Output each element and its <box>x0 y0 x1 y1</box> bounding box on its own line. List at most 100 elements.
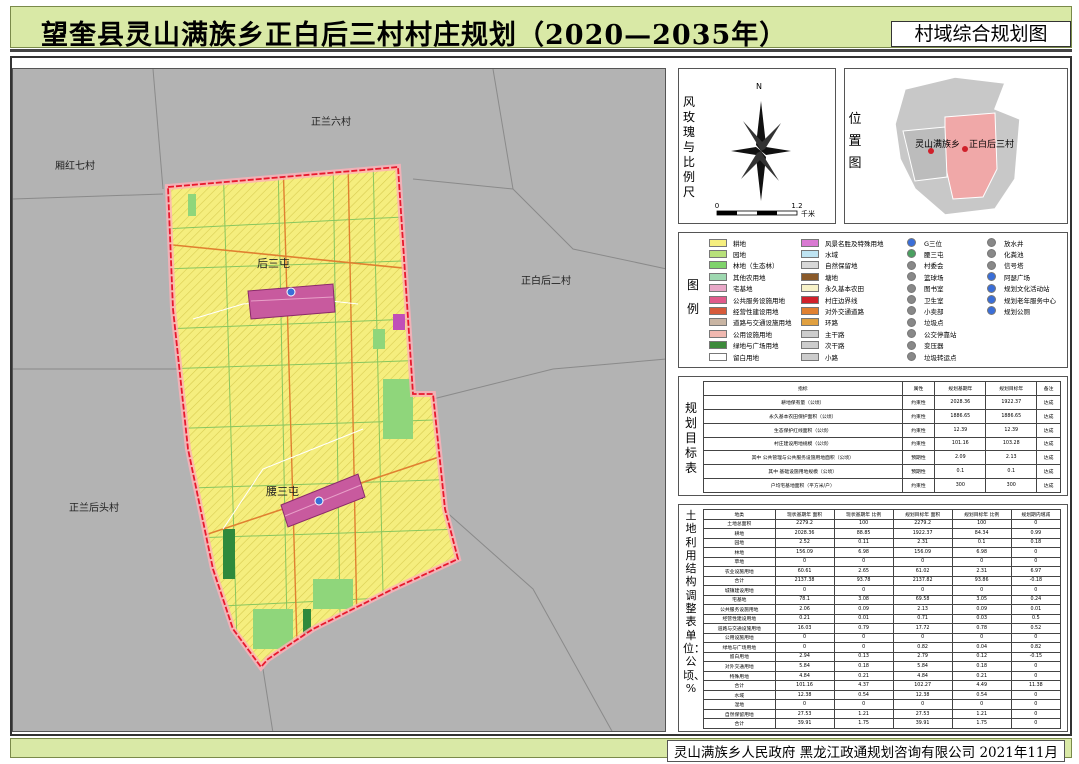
table-cell: 0 <box>833 632 894 644</box>
table-row: 园地 2.52 0.11 2.31 0.1 0.18 <box>703 537 1062 549</box>
table-cell: 0 <box>1010 632 1062 644</box>
table-header-cell: 属性 <box>901 381 936 396</box>
table-cell: 公共服务设施用地 <box>703 604 776 615</box>
table-header-cell: 现状基期年 面积 <box>774 509 835 520</box>
legend-item: 小路 <box>801 351 838 362</box>
table-cell: 0.54 <box>833 689 894 701</box>
legend-item: 园地 <box>709 248 746 259</box>
legend-item-label: 放水井 <box>1004 239 1024 248</box>
map-type-label: 村域综合规划图 <box>891 21 1071 47</box>
table-cell: 0.24 <box>1010 594 1062 606</box>
legend-item: 规划文化活动站 <box>987 283 1050 294</box>
table-row: 绿地与广场用地 0 0 0.82 0.04 0.82 <box>703 642 1062 653</box>
legend-item-label: 水域 <box>825 250 838 259</box>
legend-item-label: 卫生室 <box>924 296 944 305</box>
table-cell: 4.37 <box>833 680 894 691</box>
table-cell: 0.54 <box>951 689 1012 701</box>
table-cell: 其中 公共管理与公共服务设施用地面积（公顷） <box>703 450 903 466</box>
table-row: 草地 0 0 0 0 0 <box>703 556 1062 568</box>
table-cell: 0 <box>774 632 835 644</box>
title-rule <box>10 49 1072 52</box>
title-bar: 望奎县灵山满族乡正白后三村村庄规划（2020—2035年） 村域综合规划图 <box>10 6 1072 51</box>
table-cell: 100 <box>833 518 894 530</box>
legend-swatch-icon <box>709 261 727 270</box>
legend-item: 耕地 <box>709 237 746 248</box>
table-row: 户均宅基地面积（平方米/户） 约束性 300 300 达成 <box>703 478 1061 493</box>
legend-swatch-icon <box>801 272 819 281</box>
table-cell: 12.39 <box>934 422 987 438</box>
table-cell: 0.78 <box>951 623 1012 634</box>
legend-swatch-icon <box>801 341 819 350</box>
legend-item-label: 变压器 <box>924 342 944 351</box>
legend-item: 自然保留地 <box>801 260 858 271</box>
legend-item-label: 主干路 <box>825 330 845 339</box>
table-cell: 预期性 <box>901 464 936 480</box>
scale-start: 0 <box>715 202 719 210</box>
table-cell: 0.01 <box>833 613 894 625</box>
legend-item: 水域 <box>801 248 838 259</box>
table-cell: 12.38 <box>892 689 953 701</box>
legend-item: 垃圾转运点 <box>907 351 957 362</box>
table-cell: 27.53 <box>892 708 953 720</box>
table-cell: 绿地与广场用地 <box>703 642 776 653</box>
legend-swatch-icon <box>801 329 819 338</box>
table-cell: 0 <box>774 642 835 653</box>
legend-item: 公共服务设施用地 <box>709 294 785 305</box>
table-cell: 约束性 <box>901 408 936 424</box>
legend-item: 留白用地 <box>709 351 759 362</box>
legend-item-label: 小卖部 <box>924 307 944 316</box>
footer-bar: 灵山满族乡人民政府 黑龙江政通规划咨询有限公司 2021年11月 <box>10 738 1072 762</box>
table-cell: 达成 <box>1036 464 1061 480</box>
table-cell: 1886.65 <box>934 408 987 424</box>
legend-item-label: 规划文化活动站 <box>1004 285 1050 294</box>
table-cell: 土地总面积 <box>703 518 776 530</box>
wind-rose-icon: N 0 1.2 千米 <box>715 82 815 218</box>
legend-item-label: 规划老年服务中心 <box>1004 296 1056 305</box>
legend-swatch-icon <box>801 352 819 361</box>
legend-swatch-icon <box>907 249 916 259</box>
table-cell: 2028.36 <box>934 394 987 410</box>
legend-item-label: 规划公厕 <box>1004 307 1030 316</box>
table-cell: 合计 <box>703 680 776 691</box>
table-cell: 0.13 <box>833 651 894 663</box>
table-row: 其中 公共管理与公共服务设施用地面积（公顷） 预期性 2.09 2.13 达成 <box>703 450 1061 466</box>
table-cell: 102.27 <box>892 680 953 691</box>
table-cell: 156.09 <box>774 547 835 558</box>
table-row: 永久基本农田保护面积（公顷） 约束性 1886.65 1886.65 达成 <box>703 408 1061 424</box>
targets-table: 指标 属性 规划基期年 规划目标年 备注 耕地保有量（公顷） 约束性 2028.36 1922.… <box>703 381 1061 493</box>
table-cell: 2.13 <box>985 450 1038 466</box>
legend-swatch-icon <box>709 295 727 304</box>
table-cell: 93.86 <box>951 575 1012 587</box>
legend-item: 林地（生态林） <box>709 260 779 271</box>
table-cell: 300 <box>934 478 987 493</box>
legend-swatch-icon <box>709 284 727 293</box>
table-cell: 达成 <box>1036 450 1061 466</box>
legend-swatch-icon <box>709 318 727 327</box>
legend-item: 经营性建设用地 <box>709 305 779 316</box>
legend-swatch-icon <box>987 283 996 293</box>
table-row: 公用设施用地 0 0 0 0 0 <box>703 632 1062 644</box>
table-row: 土地总面积 2279.2 100 2279.2 100 0 <box>703 518 1062 530</box>
table-row: 耕地保有量（公顷） 约束性 2028.36 1922.37 达成 <box>703 394 1061 410</box>
table-cell: 2.09 <box>934 450 987 466</box>
table-cell: 0.1 <box>951 537 1012 549</box>
scale-end: 1.2 <box>791 202 802 210</box>
table-row: 公共服务设施用地 2.06 0.09 2.13 0.09 0.01 <box>703 604 1062 615</box>
legend-item-label: 小路 <box>825 353 838 362</box>
table-cell: 林地 <box>703 547 776 558</box>
table-cell: 0.71 <box>892 613 953 625</box>
legend-item: 垃圾点 <box>907 317 944 328</box>
legend-item-label: 自然保留地 <box>825 262 858 271</box>
legend-item: 塘地 <box>801 271 838 282</box>
table-row: 其中 基础设施用地规模（公顷） 预期性 0.1 0.1 达成 <box>703 464 1061 480</box>
table-cell: 3.05 <box>951 594 1012 606</box>
table-cell: 0 <box>951 699 1012 710</box>
table-header-row: 地类 现状基期年 面积 现状基期年 比例 规划目标年 面积 规划目标年 比例 规划期内增减 <box>703 509 1062 520</box>
table-cell: 0.5 <box>1010 613 1062 625</box>
table-cell: 0 <box>1010 585 1062 596</box>
legend-item-label: 公用设施用地 <box>733 330 772 339</box>
legend-item-label: 图书室 <box>924 285 944 294</box>
table-header-cell: 规划期内增减 <box>1010 509 1062 520</box>
table-cell: 达成 <box>1036 422 1061 438</box>
table-row: 对外交通用地 5.84 0.18 5.84 0.18 0 <box>703 661 1062 672</box>
